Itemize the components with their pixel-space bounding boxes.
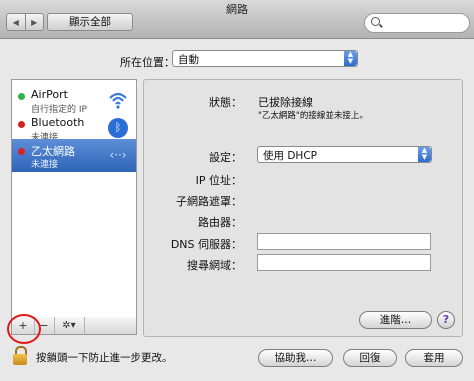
ip-address-label: IP 位址： [195,174,242,187]
assist-me-button[interactable]: 協助我… [258,349,333,367]
show-all-button[interactable]: 顯示全部 [47,13,133,31]
lock-message: 按鎖頭一下防止進一步更改。 [36,352,173,364]
service-name: Bluetooth [31,116,85,129]
title-bar: 網路 ◀ ▶ 顯示全部 [0,0,474,39]
search-domains-label: 搜尋網域： [187,259,242,272]
configure-label: 設定： [209,151,242,164]
wifi-icon [109,92,127,109]
router-label: 路由器： [198,216,242,229]
status-label: 狀態： [209,96,242,109]
advanced-button[interactable]: 進階… [359,311,432,329]
service-name: AirPort [31,88,68,101]
search-icon [371,17,380,26]
back-button[interactable]: ◀ [7,14,25,30]
popup-arrows-icon: ▲ ▼ [418,147,431,162]
forward-button[interactable]: ▶ [24,14,44,30]
search-field[interactable] [364,13,470,33]
status-description: "乙太網路"的接線並未接上。 [258,111,368,121]
action-menu-button[interactable]: ✲▾ [54,317,85,334]
highlight-circle [7,314,41,344]
configure-popup[interactable]: 使用 DHCP ▲ ▼ [257,146,432,163]
status-value: 已拔除接線 [258,96,313,109]
dns-server-field[interactable] [257,233,431,250]
lock-icon[interactable] [13,346,27,366]
ethernet-icon: ‹··› [109,148,127,162]
help-button[interactable]: ? [437,311,455,329]
popup-arrows-icon: ▲ ▼ [344,51,357,66]
search-input[interactable] [385,16,467,29]
location-label: 所在位置： [120,56,175,69]
location-popup[interactable]: 自動 ▲ ▼ [172,50,358,67]
revert-button[interactable]: 回復 [343,349,397,367]
service-status: 未連接 [31,160,59,170]
status-dot-red [18,121,25,128]
subnet-mask-label: 子網路遮罩： [176,195,242,208]
search-domains-field[interactable] [257,254,431,271]
status-dot-green [18,93,25,100]
status-dot-red [18,148,25,155]
dns-server-label: DNS 伺服器： [170,238,242,251]
nav-buttons: ◀ ▶ [6,13,44,31]
service-list: AirPort 自行指定的 IP Bluetooth 未連接 ᛒ 乙太網路 未連… [11,79,137,319]
apply-button[interactable]: 套用 [405,349,463,367]
bluetooth-icon: ᛒ [108,118,128,138]
location-value: 自動 [178,54,199,66]
service-item-ethernet[interactable]: 乙太網路 未連接 ‹··› [12,139,136,172]
configure-value: 使用 DHCP [263,150,317,162]
